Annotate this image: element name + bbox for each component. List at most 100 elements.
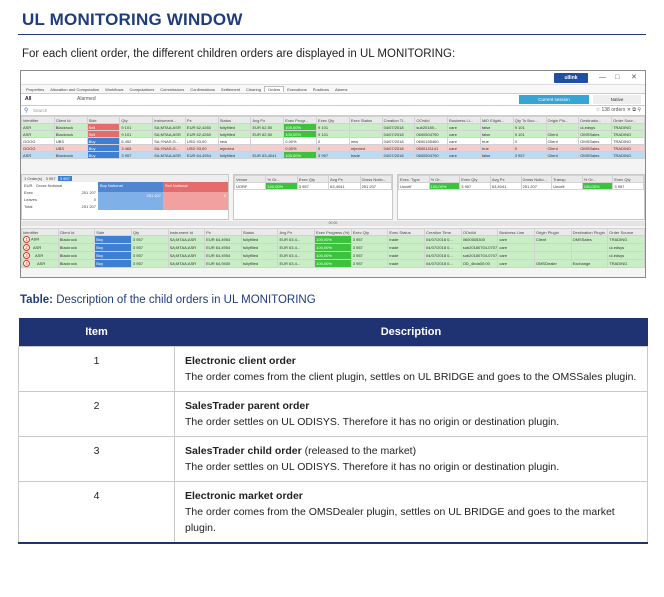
ullink-logo[interactable]: ullink xyxy=(554,73,588,83)
table-cell: 0 xyxy=(316,144,350,152)
table-cell: EUR 63,4... xyxy=(277,259,316,268)
column-header[interactable]: Exec Qty xyxy=(612,175,644,183)
column-header[interactable]: Instrument... xyxy=(152,116,186,124)
column-header[interactable]: Creation Ti... xyxy=(381,116,416,124)
order-row[interactable]: GOOG UBS Buy 3 465 SA;YNAS;G... USD 93,00 reje… xyxy=(21,144,645,152)
column-header[interactable]: Origin Plu... xyxy=(545,116,580,124)
title-divider xyxy=(18,34,646,35)
column-header[interactable]: Avg Px xyxy=(328,175,361,183)
maximize-icon[interactable]: □ xyxy=(615,73,619,83)
column-header[interactable]: Qty xyxy=(119,116,154,124)
column-header[interactable]: Px xyxy=(204,228,242,236)
menu-item-computations[interactable]: Computations xyxy=(127,87,158,92)
child-order-row[interactable]: 1 ASR Blackrock Buy 3 957 SA;MTAA;ASR EUR 64,4… xyxy=(21,235,645,244)
column-header[interactable]: Exec Qty xyxy=(459,175,491,183)
child-order-row[interactable]: 4 ASR Blackrock Buy 3 957 SA;MTAA;ASR EUR 64,9… xyxy=(21,259,645,268)
column-header[interactable]: Gross Notio... xyxy=(359,175,392,183)
table-cell: EUR 62,4260 xyxy=(184,123,219,131)
menu-item-clearing[interactable]: Clearing xyxy=(243,87,264,92)
column-header[interactable]: OOrdId xyxy=(460,228,499,236)
column-header[interactable]: Client Id xyxy=(53,116,88,124)
column-header[interactable]: Side xyxy=(94,228,132,236)
table-cell: fullyfilled xyxy=(217,123,252,131)
current-session-button[interactable]: Current session xyxy=(519,95,589,104)
tab-alarmed[interactable]: Alarmed xyxy=(77,96,96,102)
table-cell: Buy xyxy=(86,137,121,145)
column-header[interactable]: Destination Plugin xyxy=(570,228,609,236)
order-row[interactable]: ASR Blackrock Sell 9 101 SA;MTAA;ASR EUR 62,4… xyxy=(21,123,645,131)
menu-item-commissions[interactable]: Commissions xyxy=(157,87,187,92)
column-header[interactable]: Exec Progr... xyxy=(283,116,318,124)
menu-item-executions[interactable]: Executions xyxy=(284,87,310,92)
menu-item-allocation-and-computation[interactable]: Allocation and Computation xyxy=(47,87,102,92)
column-header[interactable]: Client Id xyxy=(57,228,96,236)
column-header[interactable]: Exec Qty xyxy=(296,175,330,183)
order-type-note: (released to the market) xyxy=(301,444,417,457)
description-row: 3 SalesTrader child order (released to th… xyxy=(18,435,648,482)
table-cell: OMSSales xyxy=(578,137,613,145)
column-header[interactable]: Side xyxy=(86,116,121,124)
close-icon[interactable]: ✕ xyxy=(631,73,637,83)
column-header[interactable]: Identifier xyxy=(21,228,59,236)
table-cell: true xyxy=(479,137,514,145)
menu-item-positions[interactable]: Positions xyxy=(310,87,332,92)
column-header[interactable]: Qty xyxy=(130,228,169,236)
column-header[interactable]: Transp. xyxy=(551,175,583,183)
column-header[interactable]: Order Source xyxy=(607,228,645,236)
column-header[interactable]: Creation Time xyxy=(424,228,462,236)
column-header[interactable]: % Gr... xyxy=(581,175,614,183)
menu-item-orders[interactable]: Orders xyxy=(263,86,285,92)
column-header[interactable]: Exec Qty xyxy=(316,116,350,124)
column-header[interactable]: Instrument Id xyxy=(167,228,206,236)
column-header[interactable]: Exec Qty xyxy=(350,228,389,236)
column-header[interactable]: Exec. Type xyxy=(398,175,430,183)
column-header[interactable]: Exec Progress (%) xyxy=(314,228,352,236)
column-header[interactable]: Exec Status xyxy=(387,228,426,236)
sell-notional-label: Sell Notional xyxy=(163,182,228,192)
column-header[interactable]: Origin Plugin xyxy=(533,228,572,236)
table-caption: Table: Description of the child orders i… xyxy=(20,294,316,306)
order-row[interactable]: GOOG UBS Buy 6 452 SA;YNAS;G... USD 93,00 new 0… xyxy=(21,137,645,145)
table-cell: 0,00% xyxy=(283,144,318,152)
native-button[interactable]: Native xyxy=(593,95,641,104)
search-toolbar-controls[interactable]: ☆ 138 orders ✕ ⧉ ⚲ xyxy=(596,107,641,113)
column-header[interactable]: % Gr... xyxy=(428,175,461,183)
table-cell: 0600504790 xyxy=(414,151,449,159)
column-header[interactable]: Destinatio... xyxy=(578,116,613,124)
column-header[interactable]: Business Li... xyxy=(447,116,481,124)
child-order-row[interactable]: 3 ASR Blackrock Buy 3 957 SA;MTAA;ASR EUR 64,4… xyxy=(21,251,645,260)
column-header[interactable]: Status xyxy=(217,116,252,124)
table-cell: ASR xyxy=(21,123,55,131)
column-header[interactable]: Identifier xyxy=(21,116,55,124)
child-order-row[interactable]: 2 ASR Blackrock Buy 3 957 SA;MTAA;ASR EUR 64,4… xyxy=(21,243,645,252)
column-header[interactable]: Gross Notio... xyxy=(520,175,553,183)
menu-item-settlement[interactable]: Settlement xyxy=(218,87,243,92)
menu-item-workflows[interactable]: Workflows xyxy=(102,87,126,92)
minimize-icon[interactable]: — xyxy=(599,73,606,83)
order-type-explanation: The order settles on UL ODISYS. Therefor… xyxy=(185,460,560,473)
column-header[interactable]: Avg Px xyxy=(489,175,522,183)
order-row[interactable]: ASR Blackrock Buy 3 957 SA;MTAA;ASR EUR 64,49… xyxy=(21,151,645,159)
column-header[interactable]: Order Sour... xyxy=(611,116,645,124)
search-input[interactable]: Search xyxy=(33,108,47,113)
column-header[interactable]: % Gr... xyxy=(265,175,298,183)
column-header[interactable]: Exec Status xyxy=(348,116,383,124)
column-header[interactable]: Venue xyxy=(234,175,267,183)
column-header[interactable]: Status xyxy=(240,228,279,236)
tab-all[interactable]: All xyxy=(25,96,31,102)
menu-item-properties[interactable]: Properties xyxy=(23,87,47,92)
table-cell: 04/07/2018 0... xyxy=(424,259,462,268)
column-header[interactable]: Avg Px xyxy=(250,116,285,124)
column-header[interactable]: Business Line xyxy=(497,228,535,236)
order-row[interactable]: ASR Blackrock Sell 9 101 SA;MTAA;ASR EUR 62,4… xyxy=(21,130,645,138)
table-cell: Blackrock xyxy=(57,259,96,268)
column-header[interactable]: MiD Eligibl... xyxy=(479,116,514,124)
column-header[interactable]: OOrdId xyxy=(414,116,449,124)
splitter-scrollbar[interactable]: 00:00 xyxy=(21,221,645,226)
column-header[interactable]: Px xyxy=(184,116,219,124)
column-header[interactable]: Avg Px xyxy=(277,228,316,236)
menu-item-alarms[interactable]: Alarms xyxy=(332,87,350,92)
child-orders-description-table: Item Description 1 Electronic client orde… xyxy=(18,318,648,544)
menu-item-confirmations[interactable]: Confirmations xyxy=(187,87,218,92)
column-header[interactable]: Qty To Boo... xyxy=(512,116,547,124)
